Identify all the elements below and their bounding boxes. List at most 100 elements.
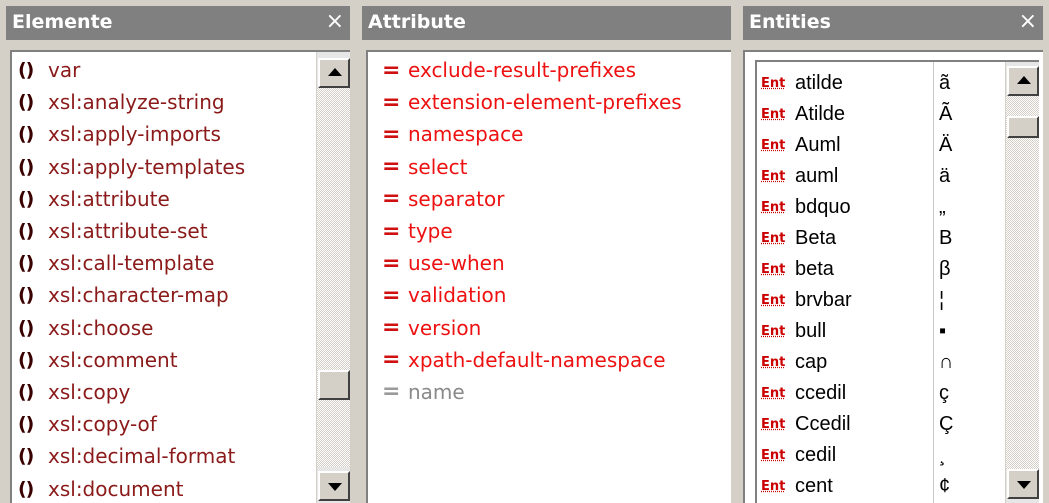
attribute-list-item[interactable]: = extension-element-prefixes bbox=[368, 86, 682, 118]
attribute-list-item[interactable]: = exclude-result-prefixes bbox=[368, 54, 682, 86]
entities-scrollbar[interactable] bbox=[1005, 62, 1039, 503]
element-list-item[interactable]: () xsl:copy bbox=[12, 376, 245, 408]
element-label: xsl:attribute bbox=[48, 186, 170, 211]
attribute-equals-icon: = bbox=[382, 154, 401, 180]
element-list-item[interactable]: () xsl:copy-of bbox=[12, 408, 245, 440]
attributes-pane-title-text: Attribute bbox=[368, 11, 466, 33]
entity-list-item[interactable]: Ent Ccedil Ç bbox=[757, 409, 995, 440]
entity-list-item[interactable]: Ent bdquo „ bbox=[757, 192, 995, 223]
element-list-item[interactable]: () xsl:comment bbox=[12, 344, 245, 376]
entity-name: bdquo bbox=[795, 196, 851, 218]
element-label: xsl:apply-imports bbox=[48, 122, 221, 147]
entities-frame: Ent atilde ã Ent Atilde Ã Ent Auml Ä Ent auml ä Ent b… bbox=[743, 50, 1043, 503]
attribute-list-item[interactable]: = validation bbox=[368, 279, 682, 311]
entity-list-item[interactable]: Ent Auml Ä bbox=[757, 130, 995, 161]
attributes-pane-title: Attribute bbox=[362, 6, 731, 40]
element-list-item[interactable]: () xsl:apply-imports bbox=[12, 118, 245, 150]
entity-character: Ç bbox=[939, 413, 954, 435]
elements-pane-close-icon[interactable]: × bbox=[326, 6, 344, 38]
entity-name: brvbar bbox=[795, 289, 852, 311]
elements-scroll-down-button[interactable] bbox=[318, 471, 350, 501]
attribute-label: validation bbox=[408, 283, 507, 308]
entity-name: Auml bbox=[795, 134, 841, 156]
entity-list-item[interactable]: Ent Beta Β bbox=[757, 223, 995, 254]
element-list-item[interactable]: () xsl:attribute bbox=[12, 183, 245, 215]
attributes-pane: Attribute = exclude-result-prefixes = exten… bbox=[356, 0, 737, 503]
entities-column-divider bbox=[933, 62, 934, 503]
attribute-list-item[interactable]: = namespace bbox=[368, 118, 682, 150]
entities-pane-close-icon[interactable]: × bbox=[1019, 6, 1037, 38]
elements-scroll-up-button[interactable] bbox=[318, 58, 350, 88]
entity-character: ¸ bbox=[939, 444, 946, 466]
element-list-item[interactable]: () xsl:character-map bbox=[12, 279, 245, 311]
attribute-label: type bbox=[408, 219, 453, 244]
element-list-item[interactable]: () xsl:call-template bbox=[12, 247, 245, 279]
entity-list-item[interactable]: Ent auml ä bbox=[757, 161, 995, 192]
elements-list: () var () xsl:analyze-string () xsl:apply-imp… bbox=[12, 54, 245, 503]
element-icon: () bbox=[18, 123, 34, 146]
attribute-list-item[interactable]: = select bbox=[368, 151, 682, 183]
attribute-label: version bbox=[408, 315, 482, 340]
elements-pane-title: Elemente × bbox=[6, 6, 350, 40]
element-icon: () bbox=[18, 220, 34, 243]
element-icon: () bbox=[18, 477, 34, 500]
attribute-list-item[interactable]: = xpath-default-namespace bbox=[368, 344, 682, 376]
entity-character: ∩ bbox=[939, 351, 954, 373]
entity-badge-icon: Ent bbox=[761, 262, 786, 277]
attribute-equals-icon: = bbox=[382, 347, 401, 373]
entities-scroll-thumb[interactable] bbox=[1007, 116, 1039, 138]
element-icon: () bbox=[18, 91, 34, 114]
element-list-item[interactable]: () xsl:attribute-set bbox=[12, 215, 245, 247]
entities-list: Ent atilde ã Ent Atilde Ã Ent Auml Ä Ent auml ä Ent b… bbox=[757, 68, 995, 502]
entity-badge-icon: Ent bbox=[761, 479, 786, 494]
element-list-item[interactable]: () xsl:decimal-format bbox=[12, 440, 245, 472]
entity-list-item[interactable]: Ent brvbar ¦ bbox=[757, 285, 995, 316]
elements-scroll-track[interactable] bbox=[317, 88, 350, 467]
entity-name: Ccedil bbox=[795, 413, 851, 435]
attribute-equals-icon: = bbox=[382, 121, 401, 147]
attribute-label: exclude-result-prefixes bbox=[408, 58, 637, 83]
entities-scroll-track[interactable] bbox=[1006, 96, 1039, 469]
entities-scroll-up-button[interactable] bbox=[1007, 66, 1039, 96]
entity-list-item[interactable]: Ent ccedil ç bbox=[757, 378, 995, 409]
elements-scrollbar[interactable] bbox=[316, 52, 350, 503]
attribute-list-item[interactable]: = use-when bbox=[368, 247, 682, 279]
element-list-item[interactable]: () var bbox=[12, 54, 245, 86]
attribute-label: name bbox=[408, 379, 465, 404]
element-list-item[interactable]: () xsl:analyze-string bbox=[12, 86, 245, 118]
entity-list-item[interactable]: Ent Atilde Ã bbox=[757, 99, 995, 130]
elements-list-box: () var () xsl:analyze-string () xsl:apply-imp… bbox=[10, 50, 350, 503]
entity-name: Atilde bbox=[795, 103, 846, 125]
entity-list-item[interactable]: Ent cent ¢ bbox=[757, 471, 995, 502]
entity-badge-icon: Ent bbox=[761, 417, 786, 432]
entity-badge-icon: Ent bbox=[761, 386, 786, 401]
entity-badge-icon: Ent bbox=[761, 448, 786, 463]
elements-pane-title-text: Elemente bbox=[12, 11, 113, 33]
attribute-label: select bbox=[408, 154, 468, 179]
attribute-label: separator bbox=[408, 186, 505, 211]
element-list-item[interactable]: () xsl:choose bbox=[12, 312, 245, 344]
entity-list-item[interactable]: Ent bull ▪ bbox=[757, 316, 995, 347]
element-label: xsl:copy-of bbox=[48, 412, 157, 437]
entity-list-item[interactable]: Ent beta β bbox=[757, 254, 995, 285]
entity-list-item[interactable]: Ent cedil ¸ bbox=[757, 440, 995, 471]
entity-badge-icon: Ent bbox=[761, 76, 786, 91]
attributes-list: = exclude-result-prefixes = extension-eleme… bbox=[368, 54, 682, 408]
entity-list-item[interactable]: Ent atilde ã bbox=[757, 68, 995, 99]
element-icon: () bbox=[18, 284, 34, 307]
attribute-equals-icon: = bbox=[382, 89, 401, 115]
entity-list-item[interactable]: Ent cap ∩ bbox=[757, 347, 995, 378]
attribute-list-item[interactable]: = name bbox=[368, 376, 682, 408]
element-list-item[interactable]: () xsl:document bbox=[12, 472, 245, 503]
attribute-list-item[interactable]: = version bbox=[368, 312, 682, 344]
entity-character: Ä bbox=[939, 134, 953, 156]
entity-badge-icon: Ent bbox=[761, 200, 786, 215]
element-label: xsl:decimal-format bbox=[48, 444, 236, 469]
attribute-list-item[interactable]: = type bbox=[368, 215, 682, 247]
element-list-item[interactable]: () xsl:apply-templates bbox=[12, 151, 245, 183]
elements-scroll-thumb[interactable] bbox=[318, 370, 350, 400]
entities-table: Ent atilde ã Ent Atilde Ã Ent Auml Ä Ent auml ä Ent b… bbox=[755, 60, 1039, 503]
attribute-list-item[interactable]: = separator bbox=[368, 183, 682, 215]
attributes-list-box: = exclude-result-prefixes = extension-eleme… bbox=[366, 50, 731, 503]
entities-scroll-down-button[interactable] bbox=[1007, 469, 1039, 499]
